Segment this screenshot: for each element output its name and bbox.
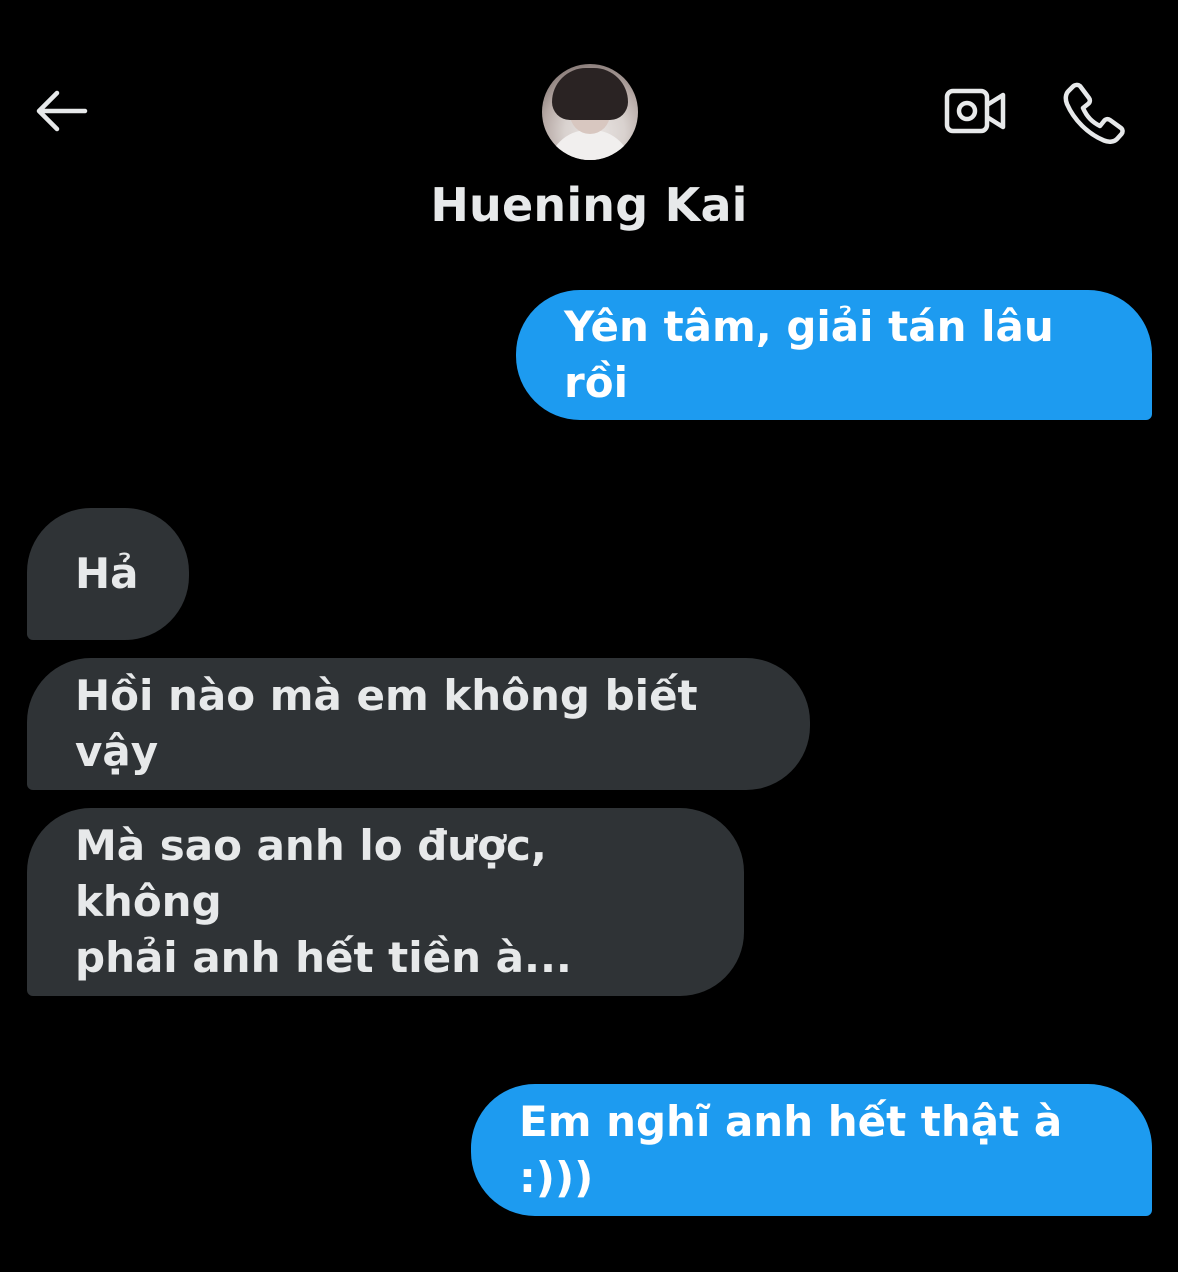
received-message-bubble[interactable]: Hồi nào mà em không biết vậy [27, 658, 810, 790]
sent-message-bubble[interactable]: Yên tâm, giải tán lâu rồi [516, 290, 1152, 420]
message-text: Hả [75, 549, 139, 598]
message-text: Mà sao anh lo được, không phải anh hết t… [75, 821, 572, 982]
back-button[interactable] [30, 80, 92, 142]
video-call-button[interactable] [940, 80, 1010, 142]
contact-name[interactable]: Huening Kai [0, 178, 1178, 232]
received-message-bubble[interactable]: Mà sao anh lo được, không phải anh hết t… [27, 808, 744, 996]
avatar[interactable] [542, 64, 638, 160]
phone-icon [1063, 82, 1125, 144]
sent-message-bubble[interactable]: Em nghĩ anh hết thật à :))) [471, 1084, 1152, 1216]
message-text: Em nghĩ anh hết thật à :))) [519, 1097, 1063, 1202]
message-text: Yên tâm, giải tán lâu rồi [564, 302, 1054, 407]
conversation-header: Huening Kai [0, 0, 1178, 260]
message-text: Hồi nào mà em không biết vậy [75, 671, 698, 776]
arrow-left-icon [36, 90, 88, 132]
received-message-bubble[interactable]: Hả [27, 508, 189, 640]
video-camera-icon [944, 88, 1006, 134]
voice-call-button[interactable] [1060, 78, 1128, 146]
